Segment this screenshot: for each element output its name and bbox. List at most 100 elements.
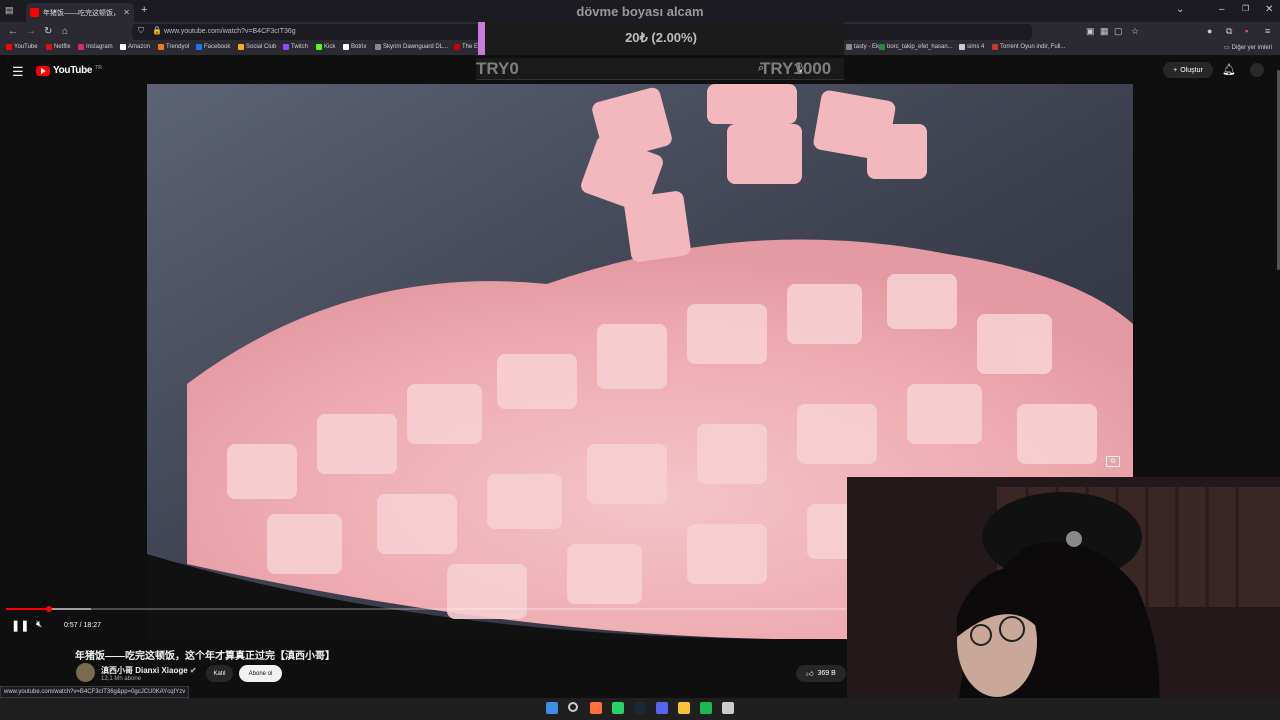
reader-view-icon[interactable]: ▣ xyxy=(1086,26,1095,37)
like-count: 369 B xyxy=(817,670,836,677)
verified-check-icon: ✔︎ xyxy=(189,666,197,675)
channel-name-text[interactable]: 滇西小哥 Dianxi Xiaoge xyxy=(101,666,188,675)
bookmark-favicon-icon xyxy=(375,44,381,50)
progress-scrubber-handle[interactable] xyxy=(46,606,53,612)
back-icon[interactable]: ← xyxy=(8,26,18,37)
progress-played xyxy=(6,608,50,610)
youtube-wordmark: YouTube xyxy=(53,65,93,76)
channel-avatar[interactable] xyxy=(76,663,95,682)
url-text[interactable]: www.youtube.com/watch?v=B4CF3cIT36g xyxy=(164,28,296,35)
goal-max-label: TRY1000 xyxy=(760,59,832,78)
bookmark-item[interactable]: YouTube xyxy=(6,44,38,50)
bookmark-favicon-icon xyxy=(46,44,52,50)
bookmark-label: Instagram xyxy=(86,44,113,50)
bookmark-item[interactable]: Instagram xyxy=(78,44,113,50)
app-menu-icon[interactable]: ≡ xyxy=(1265,26,1270,36)
bookmark-label: sims 4 xyxy=(967,44,985,50)
bookmark-item[interactable]: Skyrim Dawnguard DL... xyxy=(375,44,448,50)
miniplayer-icon[interactable]: ⧉ xyxy=(1106,456,1120,467)
subscribe-button[interactable]: Abone ol xyxy=(239,665,282,682)
bookmark-favicon-icon xyxy=(158,44,164,50)
join-button[interactable]: Katıl xyxy=(206,665,233,682)
bookmark-favicon-icon xyxy=(283,44,289,50)
youtube-play-logo-icon xyxy=(36,65,50,76)
bookmark-label: Kick xyxy=(324,44,336,50)
bookmark-label: Botrix xyxy=(351,44,367,50)
screenshot-icon[interactable]: ▦ xyxy=(1100,26,1109,37)
bookmark-favicon-icon xyxy=(238,44,244,50)
whatsapp-icon[interactable] xyxy=(612,702,624,714)
shield-icon[interactable]: ⛉ xyxy=(138,26,144,36)
notifications-bell-icon[interactable]: 🔔︎ xyxy=(1222,63,1236,76)
other-bookmarks-folder[interactable]: ▭ Diğer yer imleri xyxy=(1224,44,1272,52)
file-explorer-icon[interactable] xyxy=(678,702,690,714)
spotify-icon[interactable] xyxy=(700,702,712,714)
firefox-icon[interactable] xyxy=(590,702,602,714)
video-title: 年猪饭——吃完这顿饭，这个年才算真正过完【滇西小哥】 xyxy=(75,651,335,662)
bookmark-label: Netflix xyxy=(54,44,71,50)
bookmark-favicon-icon xyxy=(959,44,965,50)
bookmark-favicon-icon xyxy=(316,44,322,50)
bookmark-item[interactable]: Netflix xyxy=(46,44,71,50)
bookmark-item[interactable]: Trendyol xyxy=(158,44,189,50)
bookmark-favicon-icon xyxy=(992,44,998,50)
bookmark-item[interactable]: sims 4 xyxy=(959,44,984,50)
bookmark-label: Skyrim Dawnguard DL... xyxy=(383,44,449,50)
donation-amount: 20₺ (2.00%) xyxy=(625,30,697,45)
forward-icon[interactable]: → xyxy=(26,26,36,37)
progress-track[interactable] xyxy=(6,608,846,610)
link-status-url: www.youtube.com/watch?v=B4CF3cIT36g&pp=0… xyxy=(0,686,190,698)
bookmark-item[interactable]: Social Club xyxy=(238,44,276,50)
goal-min-label: TRY0 xyxy=(476,59,519,78)
mute-icon[interactable]: 🔇︎ xyxy=(36,619,42,630)
bookmark-label: Trendyol xyxy=(166,44,190,50)
bookmark-favicon-icon xyxy=(454,44,460,50)
bookmark-label: Torrent Oyun indir, Full... xyxy=(1000,44,1066,50)
bookmark-label: YouTube xyxy=(14,44,38,50)
like-button[interactable]: 👍︎ 369 B xyxy=(796,665,846,682)
bookmark-label: Facebook xyxy=(204,44,231,50)
bookmark-item[interactable]: Twitch xyxy=(283,44,308,50)
hamburger-menu-icon[interactable]: ☰ xyxy=(12,64,24,80)
bookmark-label: Amazon xyxy=(128,44,151,50)
bookmark-favicon-icon xyxy=(343,44,349,50)
thumbs-up-icon: 👍︎ xyxy=(806,671,814,678)
reload-icon[interactable]: ↻ xyxy=(44,26,52,37)
create-button[interactable]: + Oluştur xyxy=(1163,62,1213,78)
youtube-logo[interactable]: YouTube TR xyxy=(36,65,102,76)
webcam-overlay xyxy=(847,477,1280,720)
account-icon[interactable]: ● xyxy=(1207,26,1212,36)
bookmark-item[interactable]: borc_takip_efet_hasan... xyxy=(879,44,953,50)
bookmark-item[interactable]: Kick xyxy=(316,44,335,50)
bookmark-favicon-icon xyxy=(879,44,885,50)
lock-icon[interactable]: 🔒 xyxy=(152,26,162,35)
user-avatar[interactable] xyxy=(1250,63,1264,77)
bookmark-label: Social Club xyxy=(246,44,277,50)
extension-icon[interactable]: ▪ xyxy=(1245,26,1248,36)
bookmark-label: borc_takip_efet_hasan... xyxy=(887,44,953,50)
bookmark-item[interactable]: Amazon xyxy=(120,44,150,50)
bookmark-favicon-icon xyxy=(120,44,126,50)
discord-icon[interactable] xyxy=(656,702,668,714)
pause-icon[interactable]: ❚❚ xyxy=(11,619,29,632)
app-icon[interactable] xyxy=(722,702,734,714)
webcam-frame xyxy=(847,477,1280,720)
windows-start-icon[interactable] xyxy=(546,702,558,714)
bookmark-label: Twitch xyxy=(291,44,309,50)
extensions-icon[interactable]: ⧉ xyxy=(1226,26,1232,37)
folder-icon: ▭ xyxy=(1224,45,1230,51)
bookmark-favicon-icon xyxy=(6,44,12,50)
bookmark-item[interactable]: Botrix xyxy=(343,44,366,50)
bookmark-star-icon[interactable]: ☆ xyxy=(1131,26,1139,37)
bookmark-item[interactable]: The E xyxy=(454,44,478,50)
search-icon[interactable] xyxy=(568,702,578,712)
bookmark-favicon-icon xyxy=(196,44,202,50)
channel-name[interactable]: 滇西小哥 Dianxi Xiaoge ✔︎ xyxy=(101,665,197,676)
pip-toolbar-icon[interactable]: ▢ xyxy=(1114,26,1123,37)
time-display: 0:57 / 18:27 xyxy=(64,622,101,629)
home-icon[interactable]: ⌂ xyxy=(62,26,68,37)
steam-icon[interactable] xyxy=(634,702,646,714)
bookmark-item[interactable]: Facebook xyxy=(196,44,230,50)
bookmark-favicon-icon xyxy=(846,44,852,50)
bookmark-item[interactable]: Torrent Oyun indir, Full... xyxy=(992,44,1065,50)
